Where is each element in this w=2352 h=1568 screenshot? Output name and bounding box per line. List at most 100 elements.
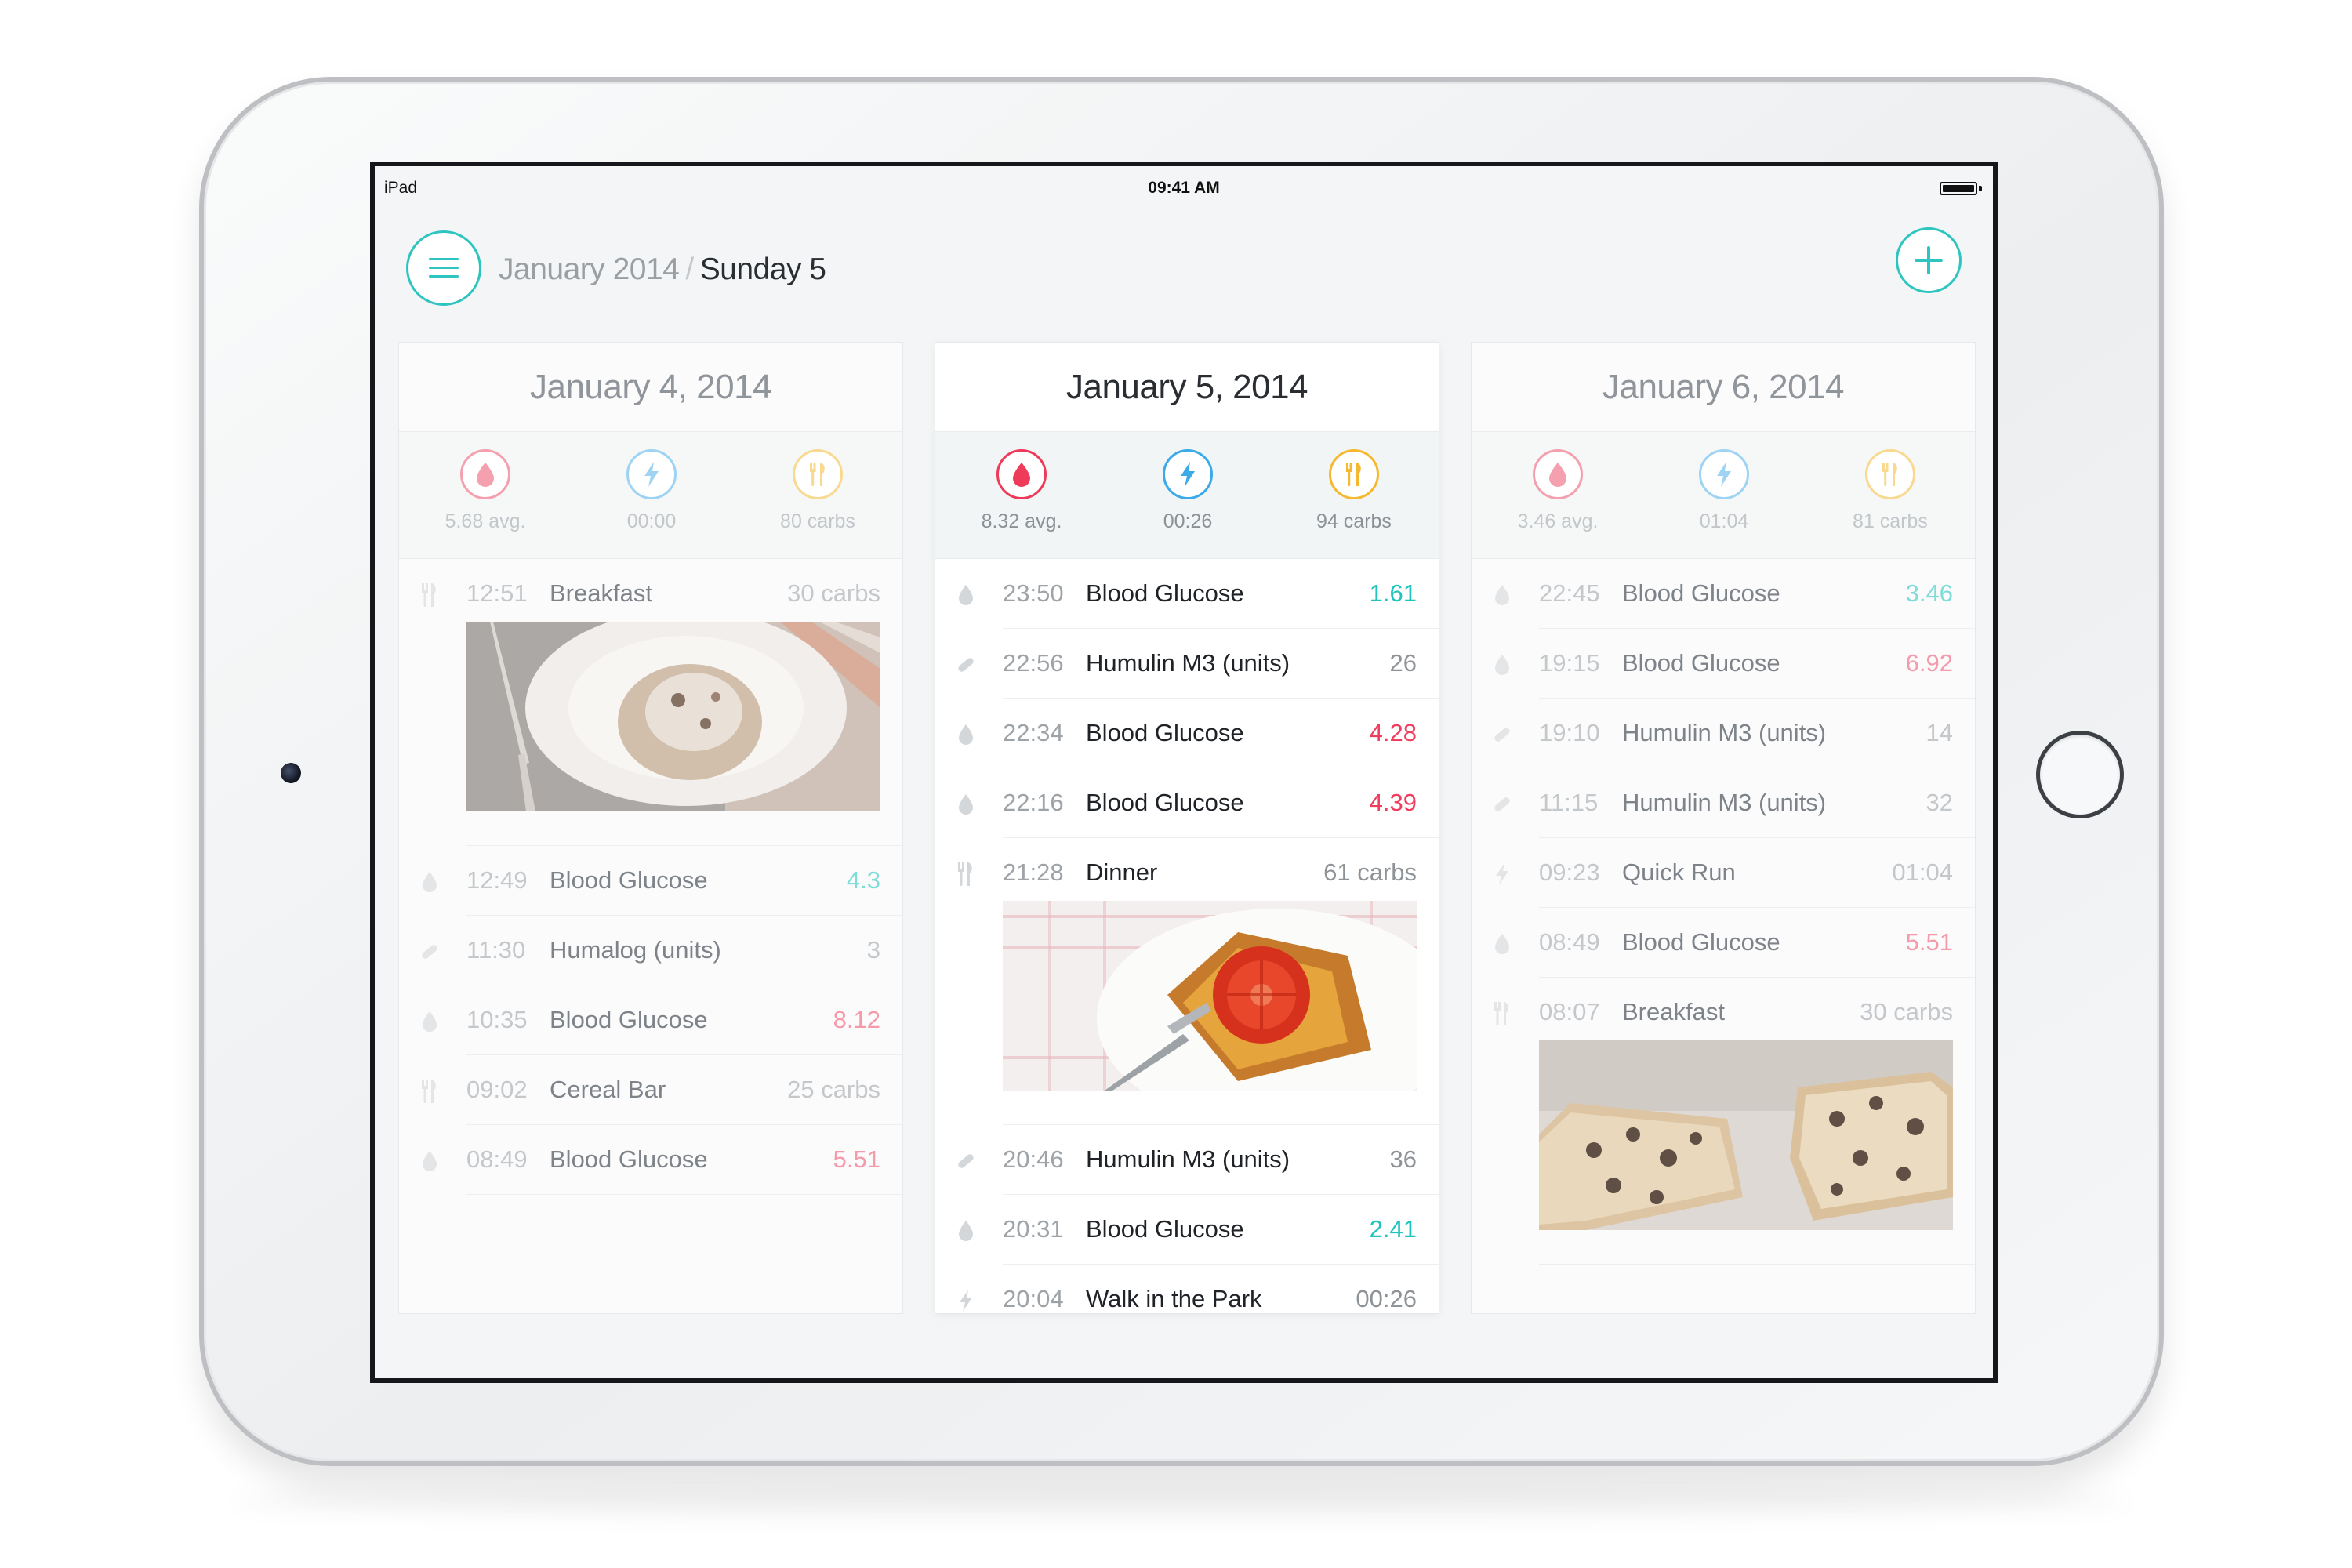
entry-value: 6.92	[1905, 649, 1953, 677]
lightning-icon	[1699, 449, 1749, 499]
blood-drop-icon	[1492, 652, 1512, 677]
blood-drop-icon	[956, 583, 976, 608]
stat-value: 94 carbs	[1316, 510, 1392, 532]
entry-time: 10:35	[466, 1006, 528, 1033]
entry-value: 14	[1926, 719, 1953, 746]
entry-time: 20:04	[1003, 1285, 1064, 1312]
app-screen: iPad 09:41 AM January 2014/Sunday 5 Janu…	[370, 162, 1998, 1383]
entry-time: 11:15	[1539, 789, 1599, 816]
lightning-icon	[626, 449, 677, 499]
log-entry-glucose[interactable]: 22:34 Blood Glucose 4.28	[935, 699, 1439, 768]
entry-value: 3	[866, 936, 880, 964]
log-entry-glucose[interactable]: 22:16 Blood Glucose 4.39	[935, 768, 1439, 838]
day-column-jan-5[interactable]: January 5, 2014 8.32 avg. 00:26 94 carbs…	[935, 342, 1439, 1314]
entry-label: Blood Glucose	[550, 1006, 708, 1033]
log-entry-snack[interactable]: 09:02 Cereal Bar 25 carbs	[399, 1055, 902, 1125]
carbs-total-stat[interactable]: 80 carbs	[739, 449, 896, 533]
day-summary: 3.46 avg. 01:04 81 carbs	[1472, 432, 1975, 559]
entry-value: 25 carbs	[787, 1076, 880, 1103]
fork-knife-icon	[1492, 1001, 1512, 1026]
carbs-total-stat[interactable]: 94 carbs	[1276, 449, 1432, 533]
entry-label: Blood Glucose	[1622, 928, 1780, 956]
entry-value: 4.28	[1369, 719, 1417, 746]
carbs-total-stat[interactable]: 81 carbs	[1812, 449, 1969, 533]
home-button[interactable]	[2036, 731, 2124, 818]
entry-value: 8.12	[833, 1006, 880, 1033]
entry-time: 12:49	[466, 866, 528, 894]
log-entry-glucose[interactable]: 20:31 Blood Glucose 2.41	[935, 1195, 1439, 1265]
lightning-icon	[1492, 862, 1512, 887]
menu-button[interactable]	[406, 230, 481, 306]
entry-time: 22:34	[1003, 719, 1064, 746]
entry-value: 30 carbs	[1860, 998, 1953, 1025]
breadcrumb: January 2014/Sunday 5	[499, 252, 826, 287]
day-title: January 6, 2014	[1472, 343, 1975, 432]
log-entry-meal[interactable]: 08:07 Breakfast 30 carbs	[1472, 978, 1975, 1265]
fork-knife-icon	[419, 583, 440, 608]
entry-value: 2.41	[1369, 1215, 1417, 1243]
lasagna-photo[interactable]	[1003, 901, 1417, 1091]
exercise-time-stat[interactable]: 01:04	[1646, 449, 1802, 533]
entry-value: 61 carbs	[1323, 858, 1417, 886]
entry-label: Breakfast	[1622, 998, 1725, 1025]
entry-time: 08:49	[1539, 928, 1600, 956]
add-entry-button[interactable]	[1896, 227, 1962, 293]
log-entry-meal[interactable]: 12:51 Breakfast 30 carbs	[399, 559, 902, 846]
entry-time: 22:16	[1003, 789, 1064, 816]
entry-time: 20:31	[1003, 1215, 1064, 1243]
pill-icon	[1492, 722, 1512, 747]
log-entry-glucose[interactable]: 19:15 Blood Glucose 6.92	[1472, 629, 1975, 699]
entry-label: Humalog (units)	[550, 936, 721, 964]
glucose-average-stat[interactable]: 8.32 avg.	[943, 449, 1100, 533]
stat-value: 00:26	[1163, 510, 1213, 532]
entry-label: Humulin M3 (units)	[1086, 649, 1290, 677]
entry-value: 01:04	[1892, 858, 1953, 886]
entry-time: 08:49	[466, 1145, 528, 1173]
log-entry-glucose[interactable]: 08:49 Blood Glucose 5.51	[399, 1125, 902, 1195]
day-column-jan-4[interactable]: January 4, 2014 5.68 avg. 00:00 80 carbs…	[398, 342, 903, 1314]
blood-drop-icon	[1492, 583, 1512, 608]
blood-drop-icon	[956, 722, 976, 747]
entry-time: 12:51	[466, 579, 528, 607]
entry-label: Breakfast	[550, 579, 652, 607]
entry-time: 19:15	[1539, 649, 1600, 677]
log-entry-glucose[interactable]: 23:50 Blood Glucose 1.61	[935, 559, 1439, 629]
log-entry-insulin[interactable]: 19:10 Humulin M3 (units) 14	[1472, 699, 1975, 768]
breadcrumb-month[interactable]: January 2014	[499, 252, 680, 286]
fork-knife-icon	[419, 1079, 440, 1104]
day-column-jan-6[interactable]: January 6, 2014 3.46 avg. 01:04 81 carbs…	[1471, 342, 1976, 1314]
log-entry-exercise[interactable]: 09:23 Quick Run 01:04	[1472, 838, 1975, 908]
status-time: 09:41 AM	[1148, 179, 1220, 197]
glucose-average-stat[interactable]: 5.68 avg.	[407, 449, 564, 533]
blood-drop-icon	[1492, 931, 1512, 956]
lightning-icon	[956, 1288, 976, 1313]
cinnamon-roll-photo[interactable]	[466, 622, 880, 811]
entry-value: 4.3	[846, 866, 880, 894]
entry-value: 36	[1389, 1145, 1417, 1173]
log-entry-insulin[interactable]: 11:30 Humalog (units) 3	[399, 916, 902, 985]
log-entry-glucose[interactable]: 22:45 Blood Glucose 3.46	[1472, 559, 1975, 629]
front-camera	[281, 763, 301, 783]
log-entry-glucose[interactable]: 10:35 Blood Glucose 8.12	[399, 985, 902, 1055]
pill-icon	[956, 652, 976, 677]
chocolate-chip-bars-photo[interactable]	[1539, 1040, 1953, 1230]
navigation-bar: January 2014/Sunday 5	[375, 198, 1993, 306]
log-entry-meal[interactable]: 21:28 Dinner 61 carbs	[935, 838, 1439, 1125]
log-entry-insulin[interactable]: 11:15 Humulin M3 (units) 32	[1472, 768, 1975, 838]
glucose-average-stat[interactable]: 3.46 avg.	[1479, 449, 1636, 533]
log-entry-glucose[interactable]: 08:49 Blood Glucose 5.51	[1472, 908, 1975, 978]
exercise-time-stat[interactable]: 00:00	[573, 449, 730, 533]
log-entry-insulin[interactable]: 20:46 Humulin M3 (units) 36	[935, 1125, 1439, 1195]
entry-value: 5.51	[833, 1145, 880, 1173]
pill-icon	[1492, 792, 1512, 817]
exercise-time-stat[interactable]: 00:26	[1109, 449, 1266, 533]
day-summary: 8.32 avg. 00:26 94 carbs	[935, 432, 1439, 559]
blood-drop-icon	[956, 1218, 976, 1243]
log-entry-exercise[interactable]: 20:04 Walk in the Park 00:26	[935, 1265, 1439, 1313]
entry-label: Blood Glucose	[550, 1145, 708, 1173]
log-entry-insulin[interactable]: 22:56 Humulin M3 (units) 26	[935, 629, 1439, 699]
entry-value: 5.51	[1905, 928, 1953, 956]
stat-value: 5.68 avg.	[445, 510, 526, 532]
entry-label: Humulin M3 (units)	[1622, 719, 1827, 746]
log-entry-glucose[interactable]: 12:49 Blood Glucose 4.3	[399, 846, 902, 916]
